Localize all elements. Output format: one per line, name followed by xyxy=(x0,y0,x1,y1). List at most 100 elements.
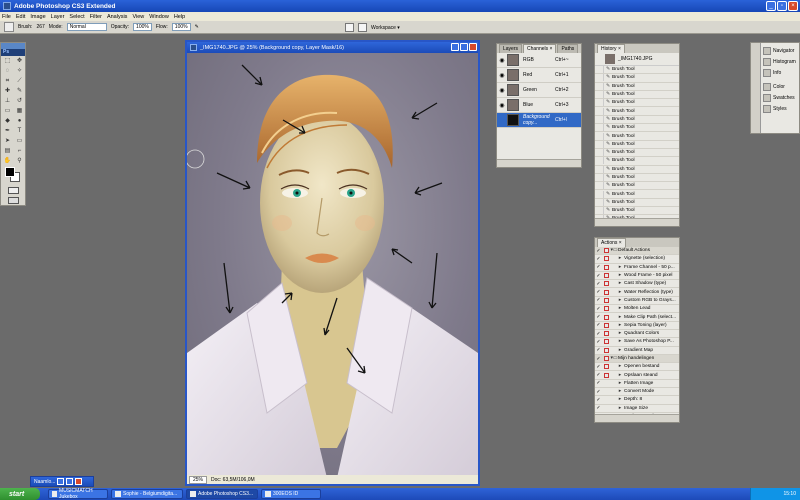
menu-layer[interactable]: Layer xyxy=(51,14,65,20)
slice-tool-icon[interactable]: ⟋ xyxy=(14,77,25,86)
action-set[interactable]: ✓ ▾▭ Default Actions xyxy=(595,247,679,256)
history-source-checkbox[interactable] xyxy=(595,207,604,215)
action-toggle-check[interactable]: ✓ xyxy=(595,347,602,353)
dialog-toggle-icon[interactable] xyxy=(603,248,609,254)
history-item[interactable]: ✎Brush Tool xyxy=(595,190,679,199)
action-toggle-check[interactable]: ✓ xyxy=(595,264,602,270)
dock-histogram[interactable]: Histogram xyxy=(761,56,796,67)
action-item[interactable]: ✓ ▸ Vignette (selection) xyxy=(595,255,679,264)
opacity-input[interactable]: 100% xyxy=(133,23,152,31)
clone-stamp-icon[interactable]: ⊥ xyxy=(2,97,13,106)
tab-actions[interactable]: Actions × xyxy=(597,238,626,247)
menu-analysis[interactable]: Analysis xyxy=(107,14,127,20)
triangle-icon[interactable]: ▸ xyxy=(616,364,624,369)
start-button[interactable]: start xyxy=(0,488,40,500)
history-source-checkbox[interactable] xyxy=(595,149,604,157)
action-set[interactable]: ✓ ▾▭ Mijn handelingen xyxy=(595,354,679,364)
history-source-checkbox[interactable] xyxy=(595,115,604,123)
menu-view[interactable]: View xyxy=(132,14,144,20)
dialog-toggle-icon[interactable] xyxy=(603,372,609,378)
action-toggle-check[interactable]: ✓ xyxy=(595,331,602,337)
history-item[interactable]: ✎Brush Tool xyxy=(595,124,679,133)
menu-file[interactable]: File xyxy=(2,14,11,20)
menu-image[interactable]: Image xyxy=(30,14,45,20)
brush-tool-icon[interactable]: ✎ xyxy=(14,87,25,96)
mode-select[interactable]: Normal xyxy=(66,23,107,31)
history-item[interactable]: ✎Brush Tool xyxy=(595,140,679,149)
dialog-toggle-icon[interactable] xyxy=(603,356,609,361)
dialog-toggle-icon[interactable] xyxy=(603,306,609,312)
action-toggle-check[interactable]: ✓ xyxy=(595,273,602,279)
history-item[interactable]: ✎Brush Tool xyxy=(595,66,679,75)
blur-tool-icon[interactable]: ◆ xyxy=(2,117,13,126)
palette-toggle-icon[interactable] xyxy=(345,23,354,32)
crop-tool-icon[interactable]: ⌗ xyxy=(2,77,13,86)
doc-close-button[interactable] xyxy=(469,43,477,51)
minimized-document[interactable]: Naamlo... xyxy=(30,476,94,487)
action-item[interactable]: ✓ ▸ Make Clip Path (select... xyxy=(595,313,679,322)
triangle-icon[interactable]: ▸ xyxy=(616,323,624,328)
triangle-icon[interactable]: ▸ xyxy=(616,281,624,286)
folder-icon[interactable]: ▾▭ xyxy=(610,356,618,361)
action-item[interactable]: ✓ ▸ Frame Channel - 50 p... xyxy=(595,264,679,272)
doc-maximize-button[interactable] xyxy=(460,43,468,51)
tool-preset-picker[interactable] xyxy=(4,22,14,32)
foreground-color-swatch[interactable] xyxy=(5,167,15,177)
dialog-toggle-icon[interactable] xyxy=(603,364,609,370)
triangle-icon[interactable]: ▸ xyxy=(616,315,624,320)
action-toggle-check[interactable]: ✓ xyxy=(595,364,602,370)
history-item[interactable]: ✎Brush Tool xyxy=(595,165,679,174)
history-source-checkbox[interactable] xyxy=(595,140,604,148)
eye-icon[interactable]: ◉ xyxy=(497,87,507,94)
triangle-icon[interactable]: ▸ xyxy=(616,373,624,378)
dialog-toggle-icon[interactable] xyxy=(603,314,609,320)
dialog-toggle-icon[interactable] xyxy=(603,264,609,270)
action-item[interactable]: ✓ ▸ Gradient Map xyxy=(595,347,679,355)
dialog-toggle-icon[interactable] xyxy=(603,289,609,295)
dialog-toggle-icon[interactable] xyxy=(603,256,609,262)
action-item[interactable]: ✓ ▸ Custom RGB to Grays... xyxy=(595,297,679,306)
maximize-button[interactable]: ▫ xyxy=(777,1,787,11)
action-item[interactable]: ✓ ▸ Depth: 8 xyxy=(595,396,679,405)
tab-paths[interactable]: Paths xyxy=(557,44,579,53)
bridge-icon[interactable] xyxy=(358,23,367,32)
history-item[interactable]: ✎Brush Tool xyxy=(595,82,679,91)
folder-icon[interactable]: ▾▭ xyxy=(610,248,618,253)
airbrush-icon[interactable]: ✎ xyxy=(195,24,199,30)
dialog-toggle-icon[interactable] xyxy=(602,397,610,403)
notes-tool-icon[interactable]: ▤ xyxy=(2,147,13,156)
dock-color[interactable]: Color xyxy=(761,81,796,92)
move-tool-icon[interactable]: ✥ xyxy=(14,57,25,66)
image-canvas[interactable] xyxy=(187,53,478,478)
history-item[interactable]: ✎Brush Tool xyxy=(595,115,679,125)
action-item[interactable]: ✓ ▸ Openen bestand xyxy=(595,363,679,372)
menu-help[interactable]: Help xyxy=(174,14,185,20)
channel-row-green[interactable]: ◉ Green Ctrl+2 xyxy=(497,83,581,98)
history-item[interactable]: ✎Brush Tool xyxy=(595,174,679,183)
dock-navigator[interactable]: Navigator xyxy=(761,45,796,56)
action-toggle-check[interactable]: ✓ xyxy=(595,405,602,411)
history-source-checkbox[interactable] xyxy=(595,174,604,181)
clock[interactable]: 15:10 xyxy=(783,491,796,497)
workspace-button[interactable]: Workspace ▾ xyxy=(371,25,400,31)
channel-row-blue[interactable]: ◉ Blue Ctrl+3 xyxy=(497,98,581,113)
history-source-checkbox[interactable] xyxy=(595,198,604,206)
channel-row-rgb[interactable]: ◉ RGB Ctrl+~ xyxy=(497,53,581,68)
eye-icon[interactable]: ◉ xyxy=(497,57,507,64)
gradient-tool-icon[interactable]: ▦ xyxy=(14,107,25,116)
eye-icon[interactable]: ◉ xyxy=(497,102,507,109)
action-toggle-check[interactable]: ✓ xyxy=(595,281,602,287)
brush-size[interactable]: 267 xyxy=(36,24,44,30)
dock-styles[interactable]: Styles xyxy=(761,103,796,114)
lasso-tool-icon[interactable]: ◌ xyxy=(2,67,13,76)
history-item[interactable]: ✎Brush Tool xyxy=(595,198,679,208)
dialog-toggle-icon[interactable] xyxy=(602,405,610,411)
zoom-level-field[interactable]: 25% xyxy=(189,475,208,484)
document-titlebar[interactable]: _IMG1740.JPG @ 25% (Background copy, Lay… xyxy=(187,42,478,53)
zoom-tool-icon[interactable]: ⚲ xyxy=(14,157,25,166)
history-source-checkbox[interactable] xyxy=(595,99,604,107)
triangle-icon[interactable]: ▸ xyxy=(616,331,624,336)
action-toggle-check[interactable]: ✓ xyxy=(595,380,602,386)
task-musicmatch[interactable]: MUSICMATCH Jukebox xyxy=(48,488,108,500)
dodge-tool-icon[interactable]: ● xyxy=(14,117,25,126)
